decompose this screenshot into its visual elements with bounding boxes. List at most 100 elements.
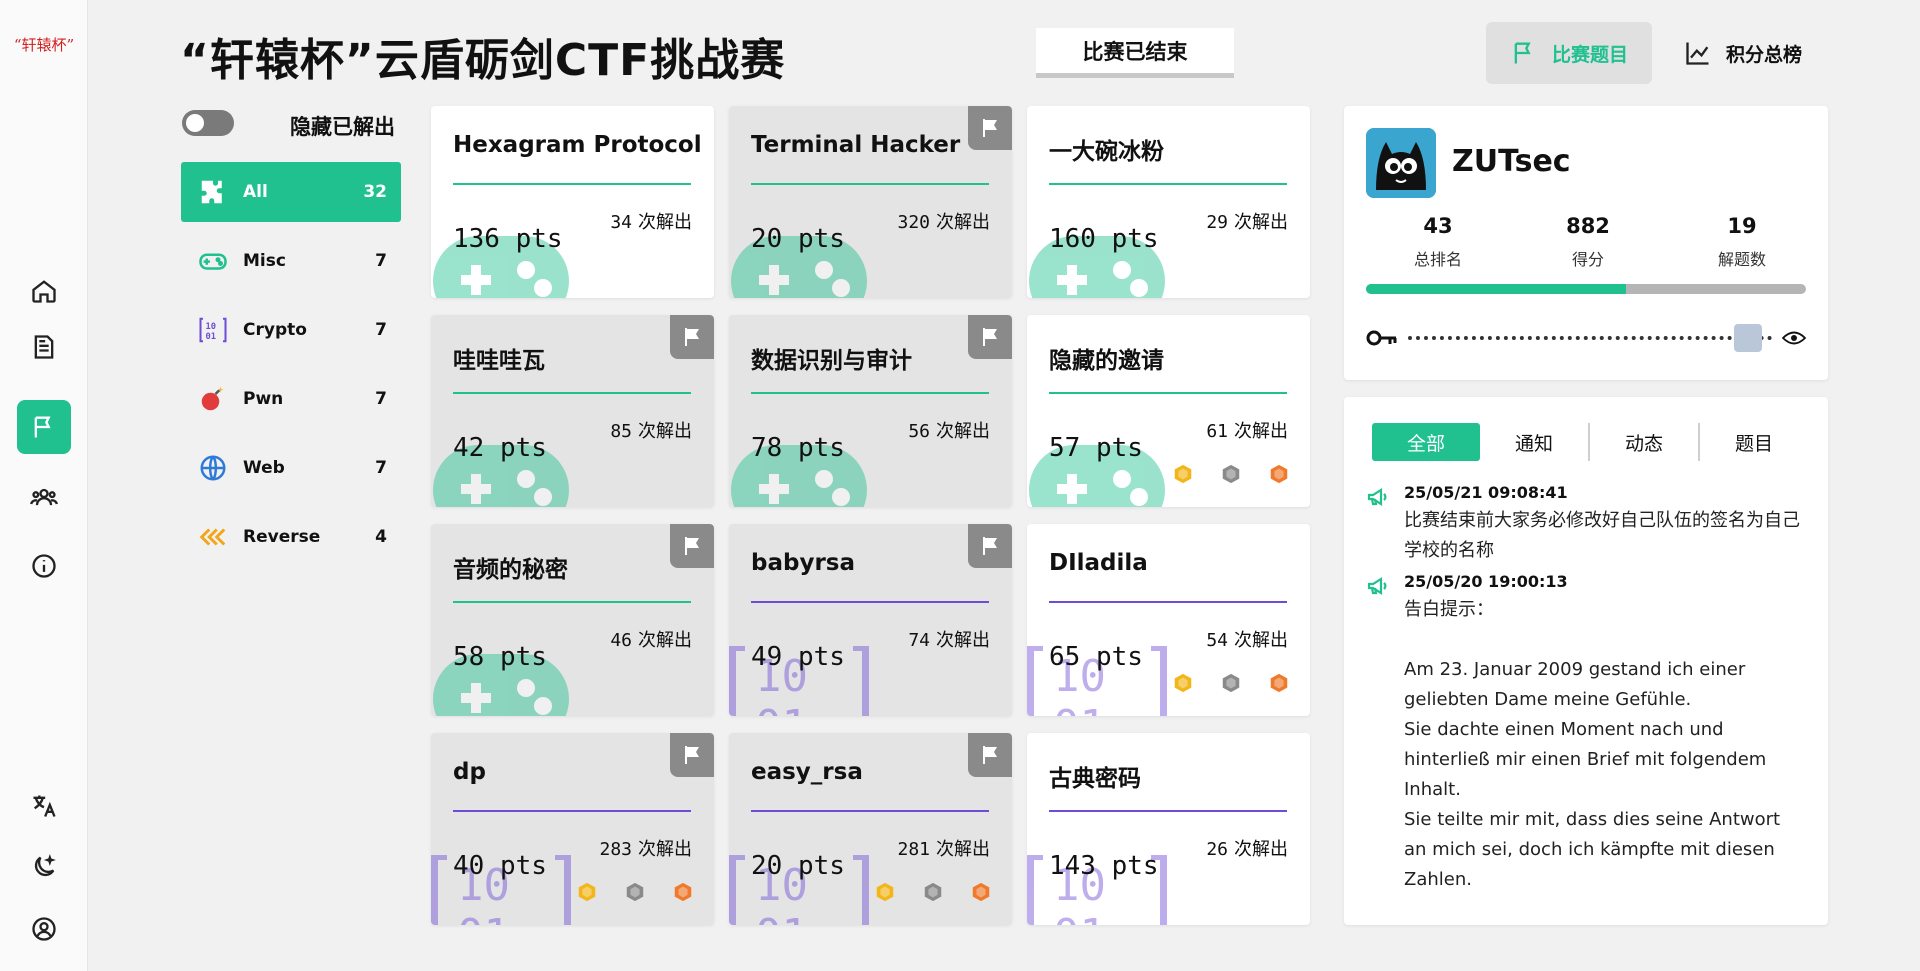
gold-medal-icon[interactable] bbox=[1172, 672, 1194, 698]
translate-icon[interactable] bbox=[17, 779, 71, 833]
solve-number: 281 bbox=[897, 839, 930, 860]
stat-label: 总排名 bbox=[1413, 250, 1462, 269]
challenge-card[interactable]: 10 01 easy_rsa 281 次解出 20 pts bbox=[729, 733, 1012, 925]
notice-item: 25/05/20 19:00:13 告白提示： Am 23. Januar 20… bbox=[1366, 572, 1806, 895]
challenge-points: 58 pts bbox=[453, 642, 547, 672]
category-web[interactable]: Web 7 bbox=[181, 438, 401, 498]
category-count: 7 bbox=[375, 320, 387, 340]
challenge-points: 40 pts bbox=[453, 851, 547, 881]
category-label: Web bbox=[243, 458, 285, 478]
stat-label: 解题数 bbox=[1717, 250, 1766, 269]
challenge-points: 42 pts bbox=[453, 433, 547, 463]
user-icon[interactable] bbox=[17, 902, 71, 956]
category-crypto[interactable]: 10 01 Crypto 7 bbox=[181, 300, 401, 360]
solve-label: 次解出 bbox=[936, 212, 990, 233]
challenge-card[interactable]: 音频的秘密 46 次解出 58 pts bbox=[431, 524, 714, 716]
category-label: Reverse bbox=[243, 527, 321, 547]
blood-medals bbox=[874, 881, 992, 907]
stat-value: 43 bbox=[1423, 214, 1453, 238]
solve-count: 61 次解出 bbox=[1206, 417, 1288, 443]
stat-score: 882 得分 bbox=[1508, 214, 1668, 270]
category-count: 7 bbox=[375, 389, 387, 409]
gold-medal-icon[interactable] bbox=[874, 881, 896, 907]
team-icon[interactable] bbox=[17, 470, 71, 524]
challenge-name: 隐藏的邀请 bbox=[1049, 348, 1164, 374]
category-misc[interactable]: Misc 7 bbox=[181, 231, 401, 291]
silver-medal-icon[interactable] bbox=[1220, 672, 1242, 698]
solve-label: 次解出 bbox=[1234, 212, 1288, 233]
challenge-points: 20 pts bbox=[751, 224, 845, 254]
tab-activity[interactable]: 动态 bbox=[1590, 423, 1698, 461]
tab-challenges[interactable]: 题目 bbox=[1700, 423, 1808, 461]
blood-medals bbox=[576, 881, 694, 907]
token-copy-handle[interactable] bbox=[1734, 324, 1762, 352]
solve-label: 次解出 bbox=[1234, 421, 1288, 442]
challenge-card[interactable]: Terminal Hacker 320 次解出 20 pts bbox=[729, 106, 1012, 298]
solved-flag-icon bbox=[968, 106, 1012, 150]
silver-medal-icon[interactable] bbox=[922, 881, 944, 907]
tab-all[interactable]: 全部 bbox=[1372, 423, 1480, 461]
nav-scoreboard[interactable]: 积分总榜 bbox=[1660, 22, 1826, 84]
challenge-name: dp bbox=[453, 759, 486, 785]
challenge-name: Hexagram Protocol bbox=[453, 132, 702, 158]
hide-solved-toggle[interactable] bbox=[182, 110, 234, 136]
key-icon bbox=[1366, 330, 1397, 346]
category-pwn[interactable]: Pwn 7 bbox=[181, 369, 401, 429]
flag-icon[interactable] bbox=[17, 400, 71, 454]
challenge-points: 49 pts bbox=[751, 642, 845, 672]
challenge-card[interactable]: 数据识别与审计 56 次解出 78 pts bbox=[729, 315, 1012, 507]
category-reverse[interactable]: Reverse 4 bbox=[181, 507, 401, 567]
challenge-card[interactable]: 隐藏的邀请 61 次解出 57 pts bbox=[1027, 315, 1310, 507]
binary-icon: 10 01 bbox=[195, 312, 231, 348]
category-all[interactable]: All 32 bbox=[181, 162, 401, 222]
stat-rank: 43 总排名 bbox=[1358, 214, 1518, 270]
solve-number: 56 bbox=[908, 421, 930, 442]
solve-label: 次解出 bbox=[638, 421, 692, 442]
bronze-medal-icon[interactable] bbox=[672, 881, 694, 907]
notice-text: 告白提示： Am 23. Januar 2009 gestand ich ein… bbox=[1404, 599, 1781, 890]
tab-notice[interactable]: 通知 bbox=[1480, 423, 1588, 461]
challenge-card[interactable]: 10 01 babyrsa 74 次解出 49 pts bbox=[729, 524, 1012, 716]
puzzle-icon bbox=[195, 174, 231, 210]
challenge-card[interactable]: 10 01 DIladila 54 次解出 65 pts bbox=[1027, 524, 1310, 716]
notice-time: 25/05/21 09:08:41 bbox=[1404, 483, 1568, 502]
nav-challenges[interactable]: 比赛题目 bbox=[1486, 22, 1653, 84]
challenge-card[interactable]: 10 01 dp 283 次解出 40 pts bbox=[431, 733, 714, 925]
bronze-medal-icon[interactable] bbox=[1268, 463, 1290, 489]
home-icon[interactable] bbox=[17, 264, 71, 318]
solve-count: 26 次解出 bbox=[1206, 835, 1288, 861]
solved-flag-icon bbox=[968, 524, 1012, 568]
challenge-card[interactable]: 10 01 古典密码 26 次解出 143 pts bbox=[1027, 733, 1310, 925]
solve-count: 320 次解出 bbox=[897, 208, 990, 234]
gamepad-icon bbox=[195, 243, 231, 279]
contest-status-tab[interactable]: 比赛已结束 bbox=[1036, 28, 1234, 78]
stat-solves: 19 解题数 bbox=[1662, 214, 1822, 270]
gold-medal-icon[interactable] bbox=[1172, 463, 1194, 489]
challenge-card[interactable]: 一大碗冰粉 29 次解出 160 pts bbox=[1027, 106, 1310, 298]
bronze-medal-icon[interactable] bbox=[1268, 672, 1290, 698]
challenge-points: 20 pts bbox=[751, 851, 845, 881]
category-count: 4 bbox=[375, 527, 387, 547]
gold-medal-icon[interactable] bbox=[576, 881, 598, 907]
solve-count: 46 次解出 bbox=[610, 626, 692, 652]
challenge-grid: Hexagram Protocol 34 次解出 136 pts Terminal Ha… bbox=[431, 106, 1310, 925]
info-icon[interactable] bbox=[17, 539, 71, 593]
challenge-points: 143 pts bbox=[1049, 851, 1159, 881]
silver-medal-icon[interactable] bbox=[1220, 463, 1242, 489]
notice-item: 25/05/21 09:08:41 比赛结束前大家务必修改好自己队伍的签名为自己… bbox=[1366, 483, 1806, 566]
solve-number: 54 bbox=[1206, 630, 1228, 651]
challenge-points: 57 pts bbox=[1049, 433, 1143, 463]
solve-number: 85 bbox=[610, 421, 632, 442]
challenge-points: 65 pts bbox=[1049, 642, 1143, 672]
eye-icon[interactable] bbox=[1782, 329, 1806, 347]
challenge-card[interactable]: Hexagram Protocol 34 次解出 136 pts bbox=[431, 106, 714, 298]
bronze-medal-icon[interactable] bbox=[970, 881, 992, 907]
notice-list: 25/05/21 09:08:41 比赛结束前大家务必修改好自己队伍的签名为自己… bbox=[1366, 483, 1806, 901]
challenge-name: 哇哇哇瓦 bbox=[453, 348, 545, 374]
challenge-card[interactable]: 哇哇哇瓦 85 次解出 42 pts bbox=[431, 315, 714, 507]
challenge-name: 古典密码 bbox=[1049, 766, 1141, 792]
silver-medal-icon[interactable] bbox=[624, 881, 646, 907]
avatar[interactable] bbox=[1366, 128, 1436, 198]
document-icon[interactable] bbox=[17, 320, 71, 374]
theme-icon[interactable] bbox=[17, 840, 71, 894]
